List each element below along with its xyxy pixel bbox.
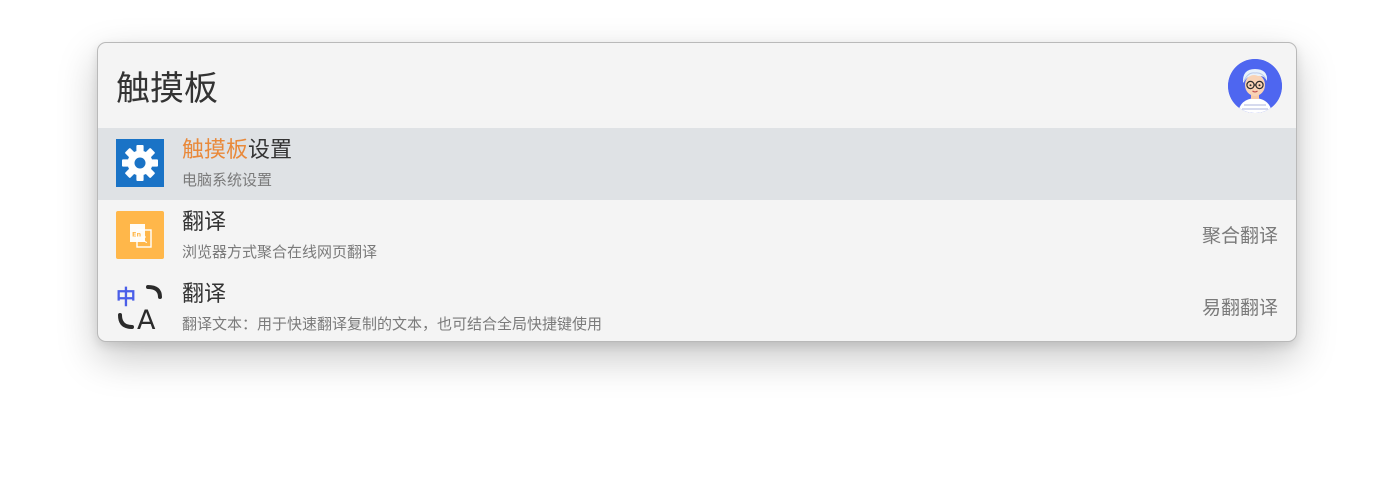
result-subtitle: 电脑系统设置 (182, 171, 273, 189)
result-plugin-tag: 聚合翻译 (1201, 225, 1278, 247)
translate-doc-label: En (132, 231, 141, 239)
result-subtitle: 翻译文本：用于快速翻译复制的文本，也可结合全局快捷键使用 (182, 315, 603, 333)
result-item-aggregate-translate[interactable]: En 翻译 浏览器方式聚合在线网页翻译 聚合翻译 (98, 200, 1296, 272)
translate-icon-en-glyph: A (137, 305, 156, 331)
result-item-yifan-translate[interactable]: 中 A 翻译 翻译文本：用于快速翻译复制的文本，也可结合全局快捷键使用 易翻翻译 (98, 272, 1296, 341)
translate-document-icon: En (116, 211, 164, 259)
result-title: 翻译 (182, 210, 227, 235)
result-title: 触摸板设置 (182, 136, 292, 166)
search-input[interactable] (116, 61, 1216, 109)
result-title: 翻译 (182, 282, 227, 307)
result-subtitle: 浏览器方式聚合在线网页翻译 (182, 243, 378, 261)
result-title-highlight: 触摸板 (182, 138, 249, 163)
search-bar (98, 43, 1296, 128)
launcher-window: 触摸板设置 电脑系统设置 En 翻译 浏览器方式聚合在线网页翻译 聚合翻译 (97, 42, 1297, 342)
gear-icon (116, 139, 164, 187)
language-translate-icon: 中 A (116, 283, 164, 336)
avatar-illustration-icon (1228, 59, 1282, 113)
result-title-rest: 设置 (248, 138, 293, 163)
result-plugin-tag: 易翻翻译 (1201, 297, 1278, 319)
result-list: 触摸板设置 电脑系统设置 En 翻译 浏览器方式聚合在线网页翻译 聚合翻译 中 … (98, 128, 1296, 341)
translate-icon-cn-glyph: 中 (116, 285, 136, 309)
user-avatar[interactable] (1228, 59, 1282, 113)
result-item-touchpad-settings[interactable]: 触摸板设置 电脑系统设置 (98, 128, 1296, 200)
